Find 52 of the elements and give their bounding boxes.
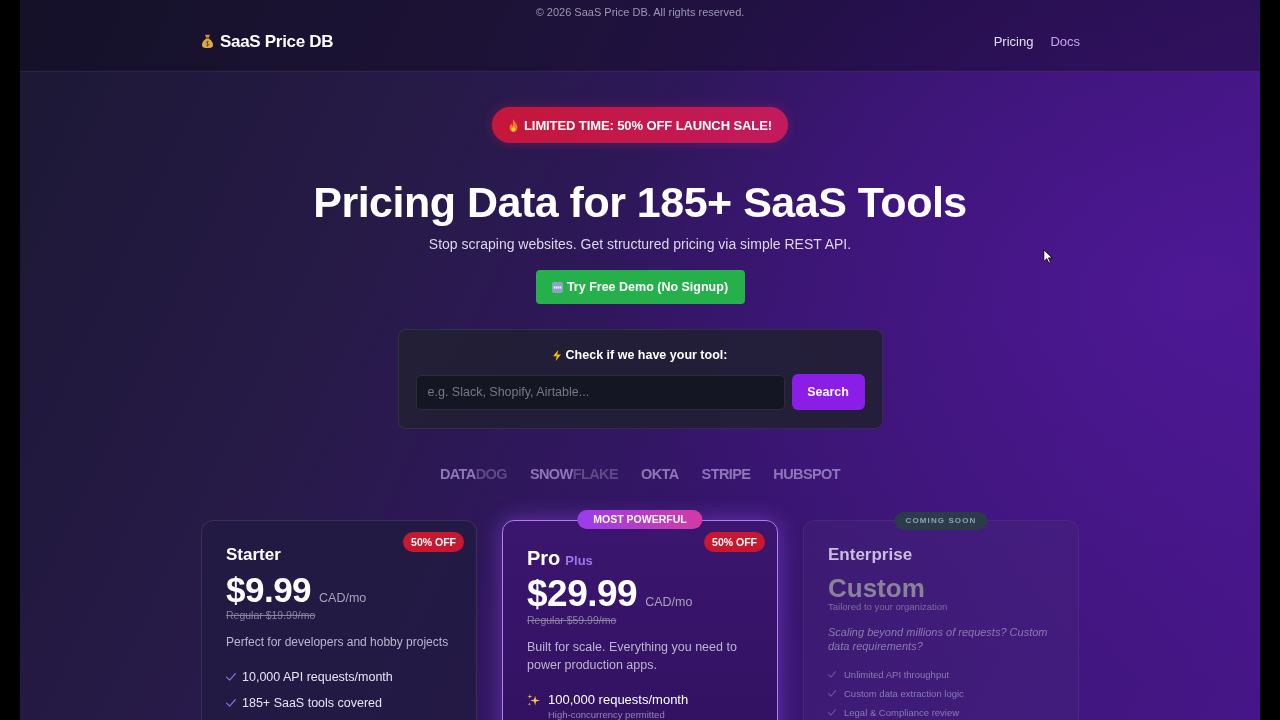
check-icon bbox=[828, 670, 836, 678]
price-note: Tailored to your organization bbox=[828, 601, 949, 613]
plan-name: Pro bbox=[527, 546, 561, 570]
tier-label: Plus bbox=[565, 553, 593, 568]
plan-price: Custom bbox=[828, 573, 925, 603]
plan-name: Enterprise bbox=[828, 544, 913, 566]
lightning-icon bbox=[552, 349, 561, 361]
discount-badge: 50% OFF bbox=[403, 532, 464, 552]
check-icon bbox=[828, 689, 836, 697]
brand-logo: OKTA bbox=[640, 465, 679, 484]
copyright-text: © 2026 SaaS Price DB. All rights reserved. bbox=[534, 5, 746, 20]
price-period: CAD/mo bbox=[319, 591, 367, 605]
feature-text: 10,000 API requests/month bbox=[242, 670, 393, 684]
plan-price: $9.99 bbox=[226, 572, 312, 608]
feature-text: Unlimited API throughput bbox=[844, 668, 950, 680]
search-heading: Check if we have your tool: bbox=[565, 348, 728, 362]
brand-logo: DATADOG bbox=[439, 465, 507, 484]
site-logo[interactable]: SaaS Price DB bbox=[201, 31, 334, 52]
feature-note: High-concurrency permitted bbox=[548, 709, 666, 720]
check-icon bbox=[226, 699, 236, 707]
square-icon bbox=[551, 281, 563, 293]
nav-link[interactable]: Docs bbox=[1050, 34, 1080, 49]
feature-text: 185+ SaaS tools covered bbox=[242, 696, 383, 710]
hero-title: Pricing Data for 185+ SaaS Tools bbox=[313, 177, 967, 227]
brand-logo: SNOWFLAKE bbox=[529, 465, 618, 484]
discount-badge: 50% OFF bbox=[704, 532, 765, 552]
plan-description: Built for scale. Everything you need to power production apps. bbox=[527, 639, 738, 674]
ribbon-label: MOST POWERFUL bbox=[577, 510, 703, 529]
plan-description: Perfect for developers and hobby projects bbox=[226, 634, 450, 651]
feature-text: Legal & Compliance review bbox=[844, 706, 960, 718]
plan-price: $29.99 bbox=[527, 575, 638, 613]
check-icon bbox=[828, 708, 836, 716]
price-period: CAD/mo bbox=[645, 595, 693, 609]
brand-logo: HUBSPOT bbox=[773, 465, 841, 484]
sparkle-icon bbox=[527, 694, 540, 707]
flame-icon bbox=[508, 118, 520, 132]
sale-banner-text: LIMITED TIME: 50% OFF LAUNCH SALE! bbox=[524, 117, 772, 133]
ribbon-label: COMING SOON bbox=[894, 512, 988, 530]
regular-price: Regular $19.99/mo bbox=[226, 608, 317, 622]
plan-description: Scaling beyond millions of requests? Custom data requirements? bbox=[828, 625, 1049, 653]
brand-logo: STRIPE bbox=[701, 465, 751, 484]
search-field[interactable]: e.g. Slack, Shopify, Airtable... bbox=[415, 374, 785, 410]
search-button[interactable]: Search bbox=[791, 374, 865, 410]
nav-link[interactable]: Pricing bbox=[993, 34, 1034, 49]
plan-name: Starter bbox=[226, 544, 281, 566]
cursor-icon bbox=[1043, 249, 1053, 264]
check-icon bbox=[226, 673, 236, 681]
regular-price: Regular $59.99/mo bbox=[527, 613, 618, 627]
hero-subtitle: Stop scraping websites. Get structured pricing via simple REST API. bbox=[428, 235, 852, 254]
feature-text: 100,000 requests/month bbox=[548, 691, 689, 709]
money-bag-icon bbox=[201, 34, 214, 49]
feature-text: Custom data extraction logic bbox=[844, 687, 964, 699]
